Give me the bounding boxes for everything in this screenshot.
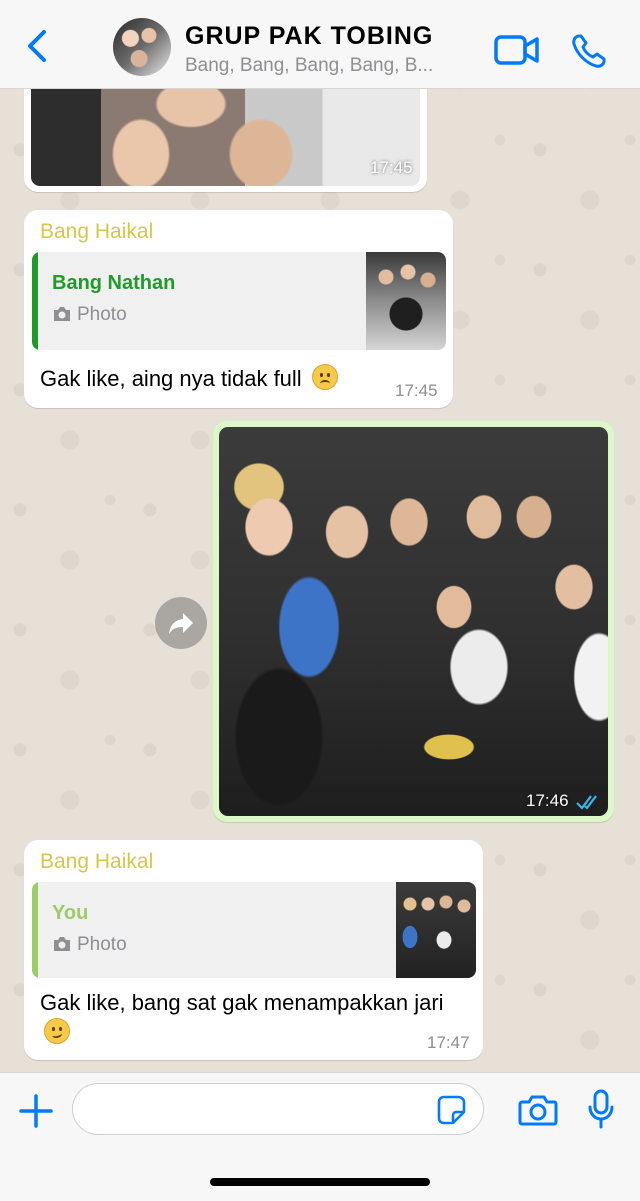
group-members[interactable]: Bang, Bang, Bang, Bang, B... (185, 55, 470, 77)
quote-type: Photo (52, 304, 127, 326)
microphone-icon (588, 1089, 614, 1129)
frowning-face-icon (311, 364, 338, 390)
double-check-read-icon (576, 795, 597, 810)
quote-bar (32, 252, 38, 350)
plus-icon (19, 1094, 53, 1128)
message-text-content: Gak like, bang sat gak menampakkan jari (40, 990, 444, 1015)
sender-name[interactable]: Bang Haikal (40, 220, 153, 244)
video-call-button[interactable] (494, 34, 540, 66)
quote-author: You (52, 902, 89, 924)
message-input[interactable] (72, 1083, 484, 1135)
message-time: 17:46 (526, 791, 569, 810)
microphone-button[interactable] (588, 1089, 614, 1129)
sticker-button[interactable] (436, 1095, 466, 1125)
forward-button[interactable] (155, 597, 207, 649)
message-time: 17:47 (427, 1033, 470, 1052)
sender-name[interactable]: Bang Haikal (40, 850, 153, 874)
camera-small-icon (54, 307, 70, 321)
quote-bar (32, 882, 38, 978)
photo-image[interactable] (219, 427, 608, 816)
quote-type-label: Photo (77, 934, 127, 955)
attach-button[interactable] (18, 1093, 54, 1129)
chat-header: GRUP PAK TOBING Bang, Bang, Bang, Bang, … (0, 0, 640, 89)
quote-author: Bang Nathan (52, 272, 176, 294)
camera-icon (518, 1095, 558, 1126)
camera-button[interactable] (518, 1093, 558, 1127)
quote-thumbnail (366, 252, 446, 350)
phone-icon (572, 34, 606, 68)
group-title[interactable]: GRUP PAK TOBING (185, 22, 433, 51)
quote-type-label: Photo (77, 304, 127, 325)
group-avatar[interactable] (113, 18, 171, 76)
message-time: 17:45 (395, 381, 438, 400)
message-text: Gak like, bang sat gak menampakkan jari (40, 988, 460, 1048)
chevron-left-icon (28, 30, 46, 62)
quote-thumbnail (396, 882, 476, 978)
forward-arrow-icon (169, 613, 193, 634)
message-reply-incoming[interactable]: Bang Haikal You Photo Gak like, bang sat… (24, 840, 483, 1060)
quote-type: Photo (52, 934, 127, 956)
message-text: Gak like, aing nya tidak full (40, 364, 338, 394)
back-button[interactable] (18, 26, 58, 66)
photo-image[interactable] (31, 84, 420, 186)
quoted-message[interactable]: You Photo (32, 882, 476, 978)
video-camera-icon (494, 35, 539, 65)
message-time: 17:45 (370, 158, 413, 177)
camera-small-icon (54, 937, 70, 951)
quoted-message[interactable]: Bang Nathan Photo (32, 252, 446, 350)
sticker-icon (437, 1095, 466, 1125)
home-indicator[interactable] (210, 1178, 430, 1186)
message-photo-outgoing[interactable]: 17:46 (213, 421, 614, 822)
unamused-face-icon (44, 1018, 70, 1044)
message-reply-incoming[interactable]: Bang Haikal Bang Nathan Photo Gak like, … (24, 210, 453, 408)
message-text-content: Gak like, aing nya tidak full (40, 366, 302, 391)
voice-call-button[interactable] (570, 32, 608, 70)
